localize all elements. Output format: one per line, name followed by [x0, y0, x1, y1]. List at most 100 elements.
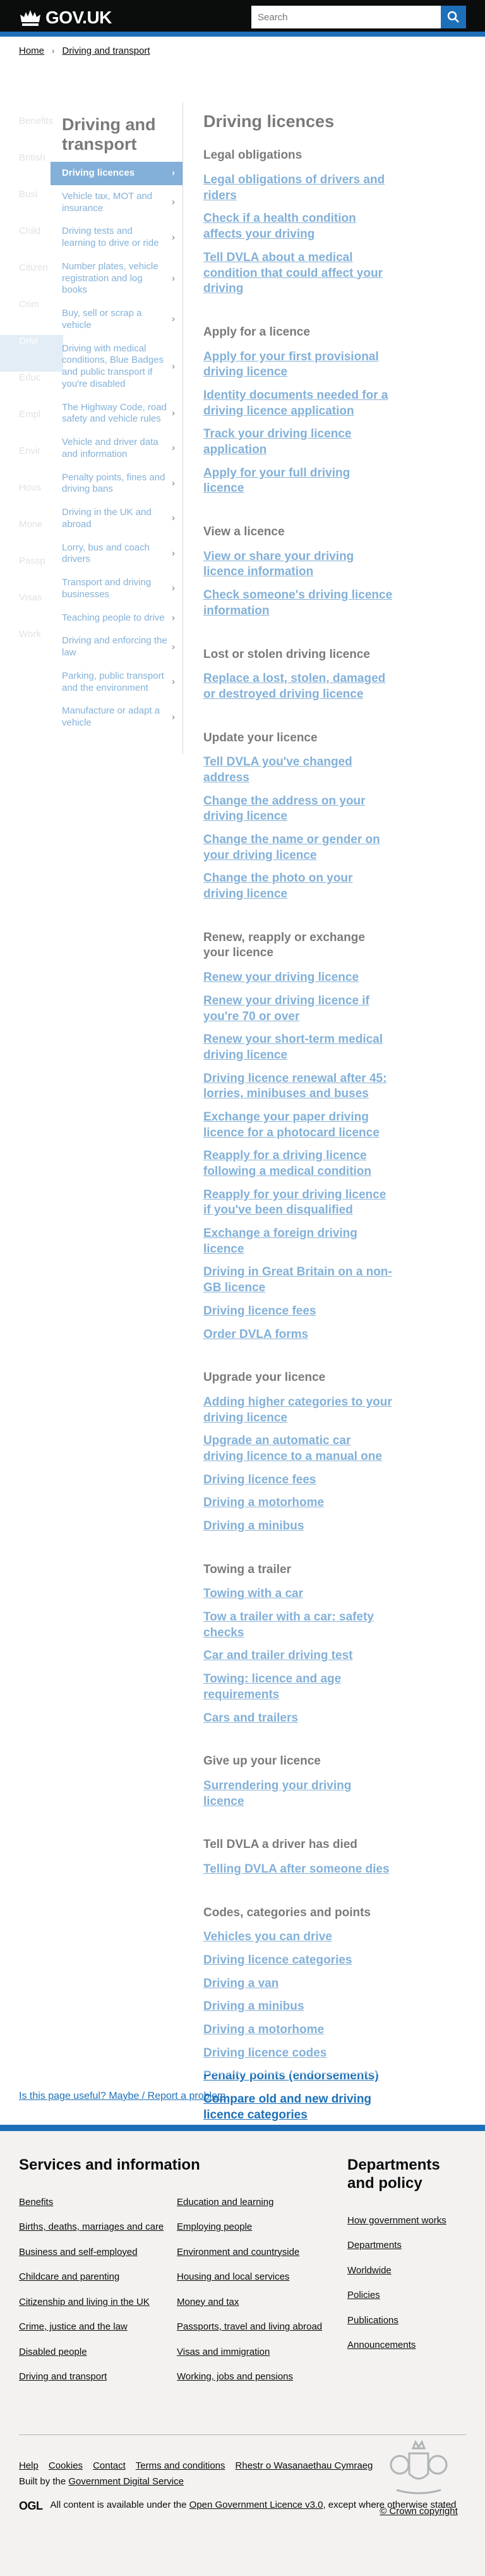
- nav-item[interactable]: Driving licences ›: [51, 162, 183, 185]
- content-link[interactable]: Tell DVLA about a medical condition that…: [203, 251, 383, 295]
- footer-link[interactable]: Employing people: [177, 2221, 328, 2233]
- content-link[interactable]: Driving a minibus: [203, 1519, 304, 1533]
- footer-support-link[interactable]: Cookies: [49, 2460, 83, 2471]
- nav-item[interactable]: The Highway Code, road safety and vehicl…: [51, 396, 183, 432]
- content-link[interactable]: Driving licence fees: [203, 1473, 316, 1486]
- content-link[interactable]: Reapply for a driving licence following …: [203, 1149, 371, 1178]
- content-link[interactable]: Vehicles you can drive: [203, 1930, 332, 1943]
- footer-link[interactable]: Disabled people: [19, 2346, 171, 2359]
- nav-item[interactable]: Teaching people to drive ›: [51, 607, 183, 630]
- content-link[interactable]: Renew your driving licence if you're 70 …: [203, 994, 369, 1023]
- content-link[interactable]: Exchange a foreign driving licence: [203, 1227, 357, 1256]
- crown-copyright-link[interactable]: © Crown copyright: [371, 2506, 466, 2517]
- nav-item[interactable]: Driving in the UK and abroad ›: [51, 501, 183, 537]
- content-link[interactable]: Renew your driving licence: [203, 971, 359, 984]
- nav-item[interactable]: Buy, sell or scrap a vehicle ›: [51, 302, 183, 337]
- content-link[interactable]: Check someone's driving licence informat…: [203, 588, 392, 617]
- content-link[interactable]: Driving a motorhome: [203, 1496, 324, 1509]
- footer-support-link[interactable]: Help: [19, 2460, 39, 2471]
- nav-item[interactable]: Driving with medical conditions, Blue Ba…: [51, 337, 183, 396]
- nav-item[interactable]: Transport and driving businesses ›: [51, 571, 183, 607]
- content-link[interactable]: Order DVLA forms: [203, 1328, 308, 1341]
- breadcrumb-home[interactable]: Home: [19, 46, 44, 56]
- nav-item[interactable]: Vehicle tax, MOT and insurance ›: [51, 185, 183, 221]
- footer-link[interactable]: Announcements: [347, 2339, 466, 2352]
- content-link[interactable]: Driving in Great Britain on a non-GB lic…: [203, 1265, 392, 1294]
- content-link[interactable]: Towing: licence and age requirements: [203, 1672, 341, 1701]
- nav-item[interactable]: Parking, public transport and the enviro…: [51, 665, 183, 700]
- footer-link[interactable]: Citizenship and living in the UK: [19, 2296, 171, 2309]
- footer-link[interactable]: Driving and transport: [19, 2371, 171, 2383]
- footer-link[interactable]: Education and learning: [177, 2196, 328, 2209]
- content-link[interactable]: Tell DVLA you've changed address: [203, 755, 352, 784]
- search-input[interactable]: [251, 6, 441, 28]
- content-link[interactable]: Penalty points (endorsements): [203, 2069, 379, 2082]
- ogl-link[interactable]: Open Government Licence v3.0: [189, 2500, 323, 2510]
- footer-support-link[interactable]: Rhestr o Wasanaethau Cymraeg: [236, 2460, 373, 2471]
- content-link[interactable]: Identity documents needed for a driving …: [203, 389, 388, 418]
- content-link[interactable]: Compare old and new driving licence cate…: [203, 2093, 371, 2122]
- content-link[interactable]: Surrendering your driving licence: [203, 1779, 351, 1808]
- footer-link[interactable]: Crime, justice and the law: [19, 2321, 171, 2333]
- link-section: Update your licence Tell DVLA you've chan…: [203, 731, 393, 902]
- gds-link[interactable]: Government Digital Service: [68, 2476, 184, 2487]
- content-link[interactable]: Cars and trailers: [203, 1711, 298, 1725]
- content-link[interactable]: View or share your driving licence infor…: [203, 550, 354, 579]
- nav-item[interactable]: Lorry, bus and coach drivers ›: [51, 537, 183, 572]
- footer-link[interactable]: How government works: [347, 2215, 466, 2227]
- footer-link[interactable]: Business and self-employed: [19, 2246, 171, 2259]
- footer-link[interactable]: Childcare and parenting: [19, 2271, 171, 2283]
- footer-link[interactable]: Working, jobs and pensions: [177, 2371, 328, 2383]
- content-link[interactable]: Driving a minibus: [203, 2000, 304, 2013]
- content-link[interactable]: Renew your short-term medical driving li…: [203, 1033, 383, 1062]
- content-link[interactable]: Check if a health condition affects your…: [203, 212, 356, 241]
- footer-link[interactable]: Worldwide: [347, 2264, 466, 2277]
- content-link[interactable]: Driving licence codes: [203, 2046, 326, 2060]
- footer-link[interactable]: Visas and immigration: [177, 2346, 328, 2359]
- content-link[interactable]: Apply for your full driving licence: [203, 466, 350, 495]
- footer-link[interactable]: Housing and local services: [177, 2271, 328, 2283]
- nav-item[interactable]: Manufacture or adapt a vehicle ›: [51, 700, 183, 735]
- footer-link[interactable]: Departments: [347, 2239, 466, 2252]
- footer-link[interactable]: Benefits: [19, 2196, 171, 2209]
- content-link[interactable]: Driving licence renewal after 45: lorrie…: [203, 1072, 386, 1101]
- content-link[interactable]: Driving licence categories: [203, 1953, 352, 1967]
- breadcrumb-driving-and-transport[interactable]: Driving and transport: [62, 46, 150, 56]
- content-link[interactable]: Driving a van: [203, 1977, 278, 1990]
- footer-support-link[interactable]: Terms and conditions: [136, 2460, 225, 2471]
- list-item: Driving licence renewal after 45: lorrie…: [203, 1071, 393, 1102]
- nav-item[interactable]: Vehicle and driver data and information ›: [51, 431, 183, 466]
- content-link[interactable]: Car and trailer driving test: [203, 1649, 353, 1662]
- search-button[interactable]: [441, 6, 466, 28]
- content-link[interactable]: Legal obligations of drivers and riders: [203, 173, 385, 202]
- content-link[interactable]: Apply for your first provisional driving…: [203, 350, 379, 379]
- footer-link[interactable]: Passports, travel and living abroad: [177, 2321, 328, 2333]
- royal-coat-of-arms-icon: [390, 2439, 448, 2494]
- content-link[interactable]: Replace a lost, stolen, damaged or destr…: [203, 672, 385, 701]
- nav-item[interactable]: Driving tests and learning to drive or r…: [51, 220, 183, 255]
- content-link[interactable]: Towing with a car: [203, 1587, 303, 1600]
- feedback-link[interactable]: Is this page useful? Maybe / Report a pr…: [19, 2091, 225, 2102]
- content-link[interactable]: Track your driving licence application: [203, 427, 351, 456]
- nav-item[interactable]: Penalty points, fines and driving bans ›: [51, 466, 183, 502]
- content-link[interactable]: Change the name or gender on your drivin…: [203, 833, 380, 862]
- content-link[interactable]: Adding higher categories to your driving…: [203, 1395, 392, 1425]
- footer-link[interactable]: Money and tax: [177, 2296, 328, 2309]
- footer-link[interactable]: Environment and countryside: [177, 2246, 328, 2259]
- content-link[interactable]: Upgrade an automatic car driving licence…: [203, 1434, 382, 1463]
- content-link[interactable]: Driving a motorhome: [203, 2023, 324, 2036]
- content-link[interactable]: Driving licence fees: [203, 1304, 316, 1318]
- footer-link[interactable]: Publications: [347, 2314, 466, 2327]
- govuk-home-link[interactable]: GOV.UK: [19, 8, 112, 28]
- footer-link[interactable]: Policies: [347, 2289, 466, 2302]
- footer-link[interactable]: Births, deaths, marriages and care: [19, 2221, 171, 2233]
- nav-item[interactable]: Driving and enforcing the law ›: [51, 629, 183, 665]
- content-link[interactable]: Exchange your paper driving licence for …: [203, 1110, 380, 1139]
- content-link[interactable]: Telling DVLA after someone dies: [203, 1862, 390, 1876]
- content-link[interactable]: Change the photo on your driving licence: [203, 872, 352, 901]
- content-link[interactable]: Tow a trailer with a car: safety checks: [203, 1610, 374, 1639]
- content-link[interactable]: Change the address on your driving licen…: [203, 794, 366, 823]
- content-link[interactable]: Reapply for your driving licence if you'…: [203, 1188, 386, 1217]
- nav-item[interactable]: Number plates, vehicle registration and …: [51, 255, 183, 302]
- footer-support-link[interactable]: Contact: [93, 2460, 126, 2471]
